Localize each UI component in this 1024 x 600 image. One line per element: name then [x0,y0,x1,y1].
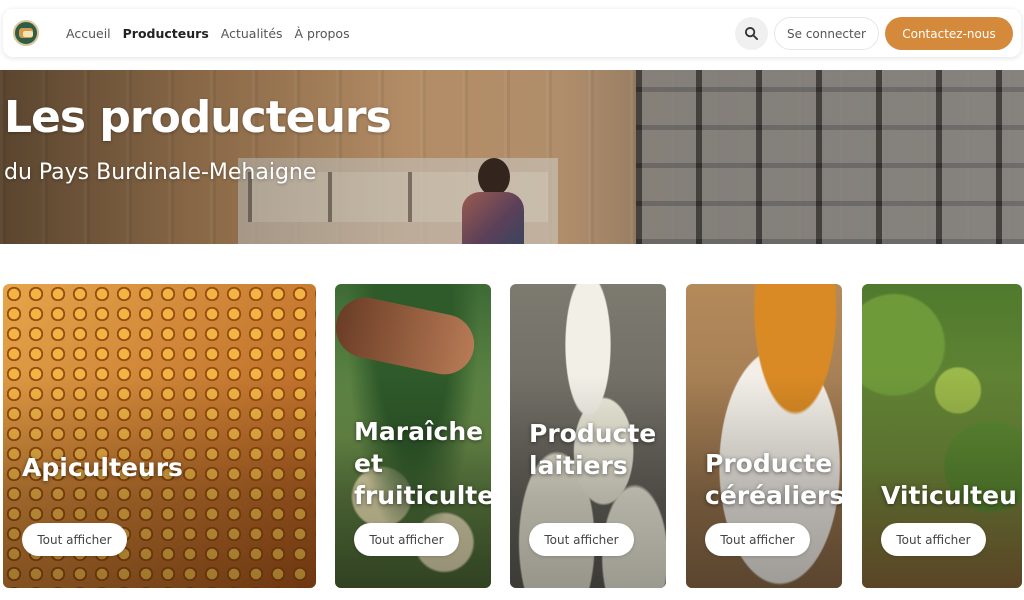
top-navbar: Accueil Producteurs Actualités À propos … [3,9,1021,57]
nav-link-a-propos[interactable]: À propos [295,26,350,41]
page-subtitle: du Pays Burdinale-Mehaigne [4,160,317,185]
show-all-button[interactable]: Tout afficher [705,523,810,556]
category-card-viticulteurs[interactable]: Viticulteu Tout afficher [862,284,1022,588]
nav-link-actualites[interactable]: Actualités [221,26,283,41]
card-title: Producte céréaliers [705,449,842,510]
search-button[interactable] [735,17,768,50]
card-title: Maraîche et fruiticulte [354,417,491,510]
search-icon [744,26,759,41]
nav-link-accueil[interactable]: Accueil [66,26,111,41]
show-all-button[interactable]: Tout afficher [354,523,459,556]
hero-banner: Les producteurs du Pays Burdinale-Mehaig… [0,70,1024,244]
card-title: Producte laitiers [529,419,657,480]
category-card-apiculteurs[interactable]: Apiculteurs Tout afficher [3,284,316,588]
login-button[interactable]: Se connecter [774,17,879,50]
category-card-cerealiers[interactable]: Producte céréaliers Tout afficher [686,284,842,588]
site-logo[interactable] [13,20,39,46]
main-nav: Accueil Producteurs Actualités À propos [66,9,350,57]
category-card-laitiers[interactable]: Producte laitiers Tout afficher [510,284,666,588]
page-title: Les producteurs [4,92,392,143]
show-all-button[interactable]: Tout afficher [881,523,986,556]
nav-link-producteurs[interactable]: Producteurs [123,26,209,41]
card-title: Viticulteu [881,481,1017,510]
contact-button[interactable]: Contactez-nous [885,17,1013,50]
category-card-maraichers[interactable]: Maraîche et fruiticulte Tout afficher [335,284,491,588]
show-all-button[interactable]: Tout afficher [529,523,634,556]
show-all-button[interactable]: Tout afficher [22,523,127,556]
card-title: Apiculteurs [22,453,183,482]
